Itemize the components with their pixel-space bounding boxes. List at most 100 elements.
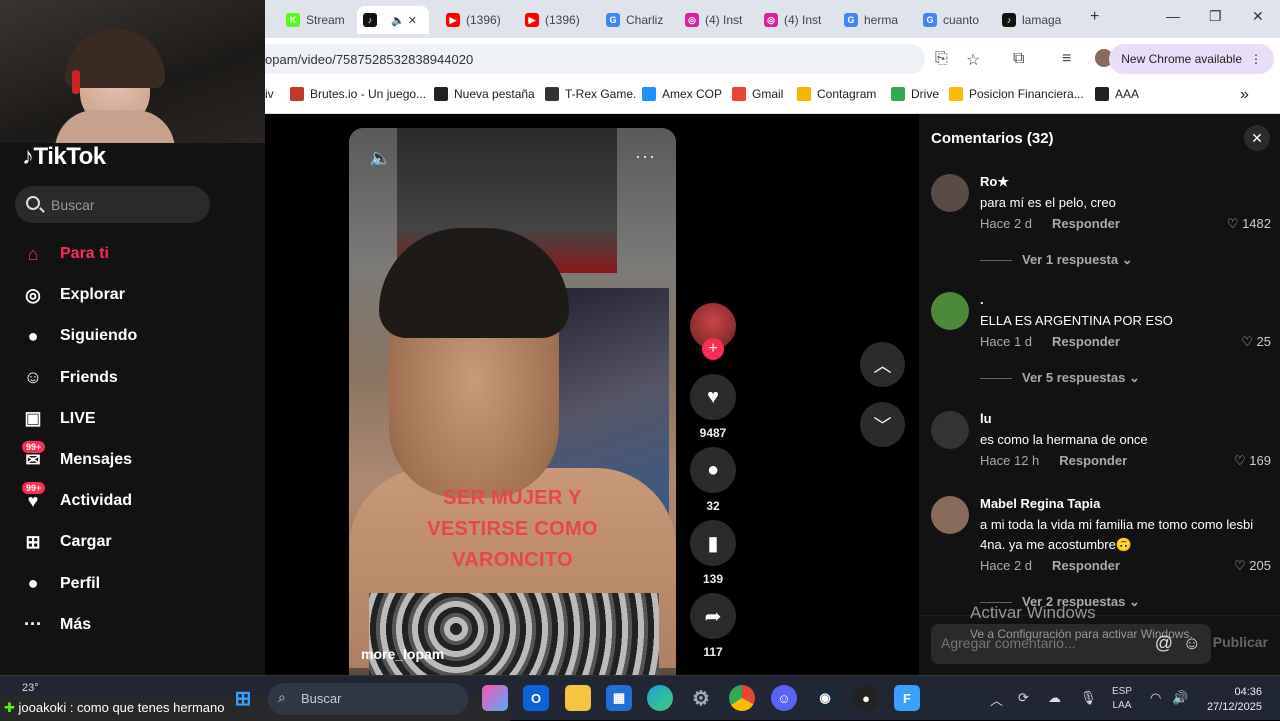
close-comments-icon[interactable]: ✕ bbox=[1244, 125, 1270, 151]
bookmark-item[interactable]: Brutes.io - Un juego... bbox=[290, 87, 426, 101]
windows-start-icon[interactable]: ⊞ bbox=[230, 685, 256, 711]
commenter-avatar[interactable] bbox=[931, 174, 969, 212]
clock[interactable]: 04:36 27/12/2025 bbox=[1200, 685, 1262, 715]
new-chrome-available-button[interactable]: New Chrome available ⋮ bbox=[1109, 44, 1274, 74]
browser-tab[interactable]: Gherma bbox=[838, 6, 916, 34]
steam-icon[interactable]: ◉ bbox=[812, 685, 838, 711]
comment-like[interactable]: ♡ 25 bbox=[1241, 334, 1271, 350]
reply-button[interactable]: Responder bbox=[1059, 453, 1127, 468]
volume-icon[interactable]: 🔈 bbox=[369, 148, 391, 169]
sidebar-item-live[interactable]: ▣ LIVE bbox=[20, 404, 95, 434]
share-icon[interactable]: ➦ bbox=[690, 593, 736, 639]
sidebar-item-actividad[interactable]: ♥ 99+ Actividad bbox=[20, 482, 132, 516]
reply-button[interactable]: Responder bbox=[1052, 558, 1120, 573]
tray-chevron-icon[interactable]: ︿ bbox=[990, 690, 1003, 709]
commenter-name[interactable]: lu bbox=[980, 411, 992, 426]
commenter-name[interactable]: Mabel Regina Tapia bbox=[980, 496, 1100, 511]
browser-tab[interactable]: ◎ (4) Inst bbox=[758, 6, 836, 34]
sidebar-item-cargar[interactable]: ⊞ Cargar bbox=[20, 527, 111, 557]
tray-sync-icon[interactable]: ⟳ bbox=[1018, 690, 1029, 706]
search-input[interactable]: Buscar bbox=[15, 186, 210, 223]
bookmark-item[interactable]: Posicion Financiera... bbox=[949, 87, 1084, 101]
language-indicator[interactable]: ESP LAA bbox=[1112, 685, 1132, 713]
view-replies-button[interactable]: Ver 5 respuestas ⌄ bbox=[980, 370, 1140, 386]
comment-like[interactable]: ♡ 169 bbox=[1234, 453, 1271, 469]
save-action[interactable]: ▮ 139 bbox=[690, 520, 736, 586]
bookmark-item[interactable]: Amex COP bbox=[642, 87, 722, 101]
app-f-icon[interactable]: F bbox=[894, 685, 920, 711]
browser-tab[interactable]: ♪ 🔈 ✕ bbox=[357, 6, 429, 34]
browser-tab[interactable]: K Stream bbox=[280, 6, 355, 34]
reply-button[interactable]: Responder bbox=[1052, 334, 1120, 349]
extensions-icon[interactable]: ⧉ bbox=[1013, 50, 1024, 68]
minimize-button[interactable]: — bbox=[1166, 8, 1180, 24]
commenter-name[interactable]: . bbox=[980, 292, 984, 307]
sidebar-item-siguiendo[interactable]: ● Siguiendo bbox=[20, 321, 138, 351]
store-icon[interactable]: ▦ bbox=[606, 685, 632, 711]
maximize-button[interactable]: ❐ bbox=[1209, 8, 1222, 25]
comment-icon[interactable]: ● bbox=[690, 447, 736, 493]
browser-tab[interactable]: ▶ (1396) bbox=[519, 6, 597, 34]
discord-icon[interactable]: ☺ bbox=[771, 685, 797, 711]
bookmark-star-icon[interactable]: ☆ bbox=[966, 50, 980, 70]
commenter-avatar[interactable] bbox=[931, 411, 969, 449]
reply-button[interactable]: Responder bbox=[1052, 216, 1120, 231]
edge-icon[interactable] bbox=[647, 685, 673, 711]
video-author[interactable]: more_lopam bbox=[361, 646, 444, 662]
heart-icon[interactable]: ♥ bbox=[690, 374, 736, 420]
browser-tab[interactable]: ▶ (1396) bbox=[440, 6, 518, 34]
close-window-button[interactable]: ✕ bbox=[1252, 8, 1264, 25]
new-tab-button[interactable]: + bbox=[1090, 8, 1099, 26]
sidebar-item-para-ti[interactable]: ⌂ Para ti bbox=[20, 239, 109, 269]
microphone-icon[interactable]: 🎙 bbox=[1080, 690, 1097, 706]
commenter-avatar[interactable] bbox=[931, 292, 969, 330]
tiktok-logo[interactable]: ♪TikTok bbox=[22, 143, 106, 171]
tray-cloud-icon[interactable]: ☁ bbox=[1048, 690, 1061, 706]
video-player[interactable]: SER MUJER Y VESTIRSE COMO VARONCITO 🔈 ··… bbox=[349, 128, 676, 675]
wifi-icon[interactable]: ◠ bbox=[1150, 690, 1161, 706]
more-bookmarks-icon[interactable]: » bbox=[1240, 86, 1249, 104]
volume-tray-icon[interactable]: 🔊 bbox=[1172, 690, 1188, 706]
comment-action[interactable]: ● 32 bbox=[690, 447, 736, 513]
chrome-icon[interactable] bbox=[729, 685, 755, 711]
comment-like[interactable]: ♡ 205 bbox=[1234, 558, 1271, 574]
outlook-icon[interactable]: O bbox=[523, 685, 549, 711]
weather-temp[interactable]: 23° bbox=[22, 682, 39, 694]
browser-tab[interactable]: G Charliz bbox=[600, 6, 678, 34]
comment-like[interactable]: ♡ 1482 bbox=[1227, 216, 1271, 232]
obs-icon[interactable]: ● bbox=[853, 685, 879, 711]
bookmark-icon[interactable]: ▮ bbox=[690, 520, 736, 566]
bookmark-item[interactable]: AAA bbox=[1095, 87, 1139, 101]
bookmark-item[interactable]: Drive bbox=[891, 87, 939, 101]
bookmark-item[interactable]: Gmail bbox=[732, 87, 783, 101]
taskbar-search[interactable]: ⌕ Buscar bbox=[268, 683, 468, 715]
browser-tab[interactable]: ◎ (4) Inst bbox=[679, 6, 757, 34]
install-icon[interactable]: ⎘ bbox=[935, 50, 948, 68]
view-replies-button[interactable]: Ver 1 respuesta ⌄ bbox=[980, 252, 1133, 268]
bookmark-item[interactable]: T-Rex Game. bbox=[545, 87, 636, 101]
sidebar-item-friends[interactable]: ☺ Friends bbox=[20, 363, 118, 393]
bookmark-item[interactable]: Nueva pestaña bbox=[434, 87, 535, 101]
bookmark-item[interactable]: iv bbox=[265, 87, 274, 101]
url-field[interactable]: opam/video/7587528532838944020 bbox=[265, 44, 925, 74]
share-action[interactable]: ➦ 117 bbox=[690, 593, 736, 659]
follow-plus-icon[interactable]: + bbox=[702, 338, 724, 360]
browser-tab[interactable]: ♪ lamaga bbox=[996, 6, 1076, 34]
tab-close-icon[interactable]: 🔈 ✕ bbox=[391, 14, 417, 27]
sidebar-item-más[interactable]: ··· Más bbox=[20, 610, 91, 640]
post-comment-button[interactable]: Publicar bbox=[1213, 634, 1268, 650]
next-video-button[interactable]: ﹀ bbox=[860, 402, 905, 447]
sidebar-item-explorar[interactable]: ◎ Explorar bbox=[20, 280, 125, 310]
settings-gear-icon[interactable]: ⚙ bbox=[688, 685, 714, 711]
sidebar-item-perfil[interactable]: ● Perfil bbox=[20, 569, 100, 599]
copilot-icon[interactable] bbox=[482, 685, 508, 711]
like-action[interactable]: ♥ 9487 bbox=[690, 374, 736, 440]
media-control-icon[interactable]: ≡ bbox=[1062, 50, 1071, 68]
commenter-avatar[interactable] bbox=[931, 496, 969, 534]
browser-tab[interactable]: Gcuanto bbox=[917, 6, 995, 34]
more-options-icon[interactable]: ··· bbox=[635, 146, 656, 167]
sidebar-item-mensajes[interactable]: ✉ 99+ Mensajes bbox=[20, 441, 132, 475]
previous-video-button[interactable]: ︿ bbox=[860, 342, 905, 387]
bookmark-item[interactable]: Contagram bbox=[797, 87, 876, 101]
file-explorer-icon[interactable] bbox=[565, 685, 591, 711]
